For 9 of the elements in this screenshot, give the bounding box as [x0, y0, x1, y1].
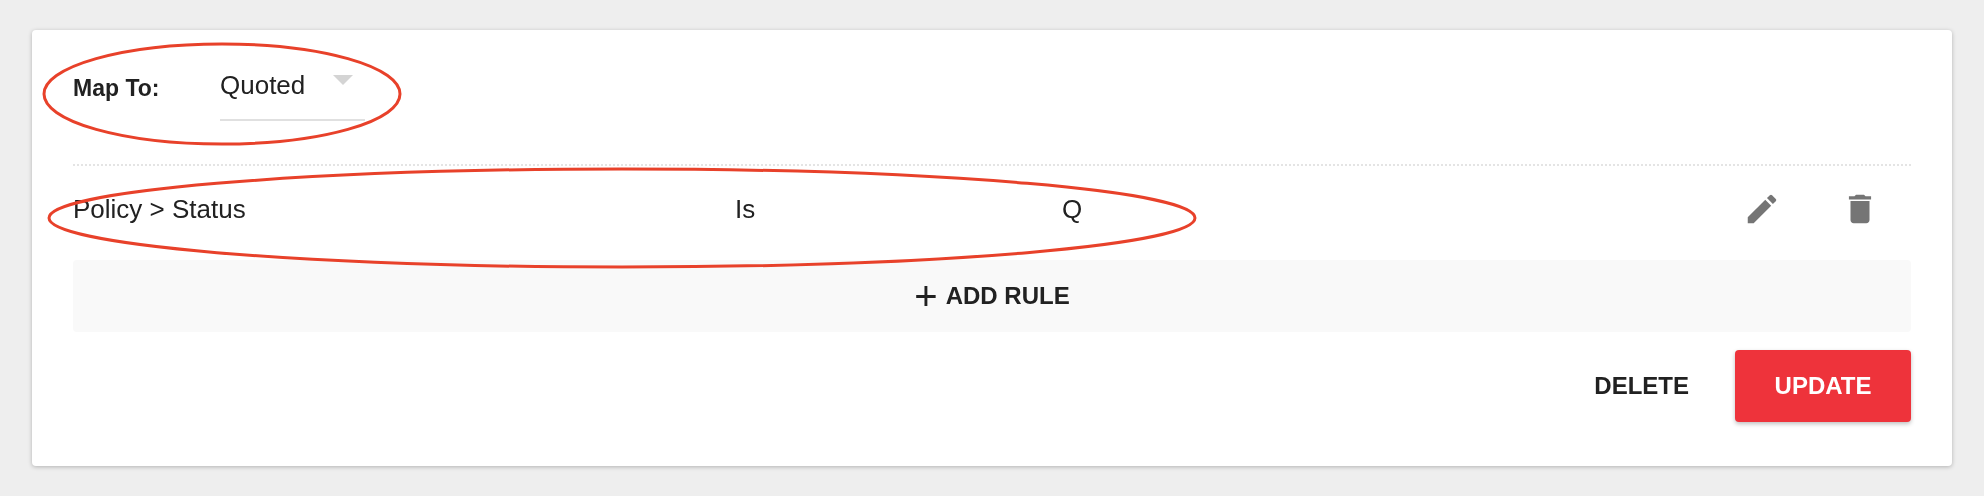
plus-icon: + [914, 276, 938, 316]
map-to-select[interactable]: Quoted [220, 61, 365, 121]
delete-button[interactable]: DELETE [1592, 350, 1691, 422]
add-rule-button[interactable]: + ADD RULE [73, 260, 1911, 332]
map-to-label: Map To: [73, 73, 161, 103]
rule-value: Q [1062, 192, 1084, 226]
update-button[interactable]: UPDATE [1735, 350, 1911, 422]
dropdown-caret-icon [333, 75, 353, 85]
rule-operator: Is [735, 192, 757, 226]
